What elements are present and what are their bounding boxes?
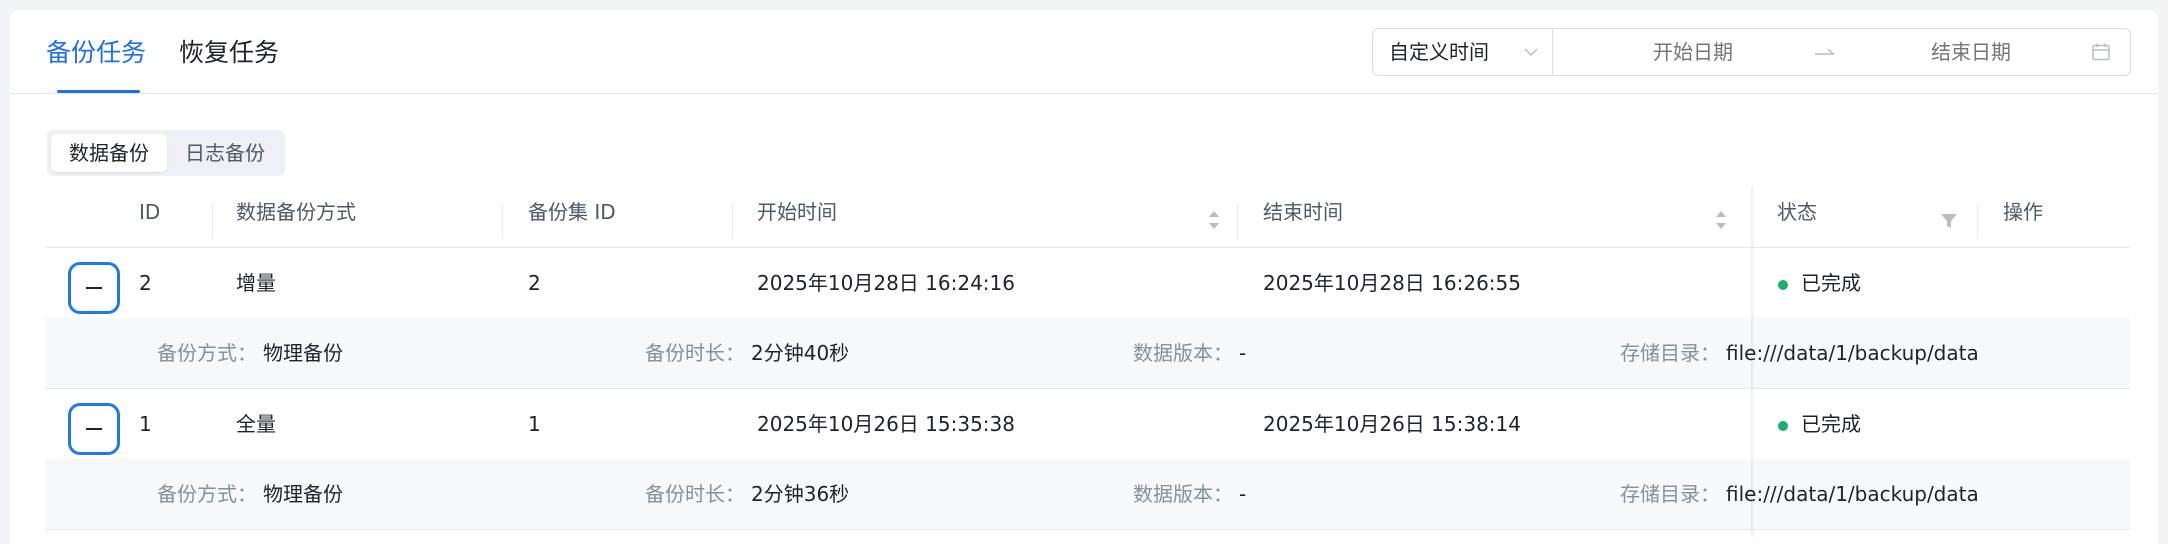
detail-label: 存储目录： bbox=[1620, 482, 1720, 506]
segment-log-backup[interactable]: 日志备份 bbox=[169, 134, 281, 172]
column-divider bbox=[1237, 204, 1238, 238]
column-header-set-id: 备份集 ID bbox=[528, 200, 616, 224]
column-header-actions: 操作 bbox=[2003, 200, 2043, 224]
collapse-row-button[interactable] bbox=[68, 403, 120, 455]
cell-start-time: 2025年10月28日 16:24:16 bbox=[757, 271, 1015, 295]
detail-label: 数据版本： bbox=[1133, 341, 1233, 365]
chevron-down-icon bbox=[1524, 48, 1538, 57]
cell-end-time: 2025年10月26日 15:38:14 bbox=[1263, 412, 1521, 436]
detail-label: 数据版本： bbox=[1133, 482, 1233, 506]
column-divider bbox=[502, 204, 503, 238]
column-header-method: 数据备份方式 bbox=[236, 200, 356, 224]
sort-icon[interactable] bbox=[1714, 208, 1728, 232]
active-tab-indicator bbox=[57, 90, 140, 93]
column-header-id: ID bbox=[139, 200, 161, 224]
collapse-row-button[interactable] bbox=[68, 262, 120, 314]
cell-start-time: 2025年10月26日 15:35:38 bbox=[757, 412, 1015, 436]
status-dot bbox=[1778, 421, 1788, 431]
arrow-right-icon bbox=[1815, 48, 1835, 55]
backup-panel: 备份任务 恢复任务 自定义时间 数据备份 日志备 bbox=[10, 10, 2158, 544]
detail-label: 备份方式： bbox=[157, 341, 257, 365]
time-range-filter: 自定义时间 bbox=[1372, 28, 2131, 76]
expanded-row-detail: 备份方式： 物理备份 备份时长： 2分钟40秒 数据版本： - 存储目录： fi… bbox=[45, 318, 2130, 389]
column-divider bbox=[732, 204, 733, 238]
fixed-column-shadow bbox=[1751, 187, 1755, 537]
expanded-row-detail: 备份方式： 物理备份 备份时长： 2分钟36秒 数据版本： - 存储目录： fi… bbox=[45, 459, 2130, 530]
cell-method: 全量 bbox=[236, 412, 276, 436]
time-mode-select[interactable]: 自定义时间 bbox=[1373, 29, 1553, 75]
status-badge: 已完成 bbox=[1801, 271, 1861, 295]
detail-value: 物理备份 bbox=[263, 482, 343, 506]
column-header-status: 状态 bbox=[1777, 200, 1817, 224]
status-badge: 已完成 bbox=[1801, 412, 1861, 436]
detail-label: 备份时长： bbox=[645, 482, 745, 506]
backup-type-segment: 数据备份 日志备份 bbox=[47, 130, 285, 176]
detail-value: 2分钟36秒 bbox=[751, 482, 850, 506]
filter-icon[interactable] bbox=[1940, 213, 1958, 229]
end-date-input[interactable] bbox=[1871, 29, 2071, 75]
detail-value: 2分钟40秒 bbox=[751, 341, 850, 365]
backup-table: ID 数据备份方式 备份集 ID 开始时间 结束时间 状态 操作 2 增量 2 … bbox=[45, 177, 2130, 537]
sort-icon[interactable] bbox=[1207, 208, 1221, 232]
minus-icon bbox=[86, 287, 102, 289]
tabs-bar: 备份任务 恢复任务 自定义时间 bbox=[10, 10, 2158, 94]
detail-label: 备份时长： bbox=[645, 341, 745, 365]
tab-backup-tasks[interactable]: 备份任务 bbox=[46, 36, 146, 70]
tab-restore-tasks[interactable]: 恢复任务 bbox=[179, 36, 279, 70]
table-row[interactable]: 1 全量 1 2025年10月26日 15:35:38 2025年10月26日 … bbox=[45, 389, 2130, 459]
cell-end-time: 2025年10月28日 16:26:55 bbox=[1263, 271, 1521, 295]
status-dot bbox=[1778, 280, 1788, 290]
column-header-end-time[interactable]: 结束时间 bbox=[1263, 199, 1343, 225]
cell-id: 2 bbox=[139, 271, 152, 295]
start-date-input[interactable] bbox=[1593, 29, 1793, 75]
table-header: ID 数据备份方式 备份集 ID 开始时间 结束时间 状态 操作 bbox=[45, 177, 2130, 248]
detail-value: - bbox=[1239, 341, 1247, 365]
detail-value: - bbox=[1239, 482, 1247, 506]
detail-value: 物理备份 bbox=[263, 341, 343, 365]
calendar-icon[interactable] bbox=[2091, 42, 2111, 62]
column-divider bbox=[212, 204, 213, 238]
segment-data-backup[interactable]: 数据备份 bbox=[51, 134, 167, 172]
cell-set-id: 1 bbox=[528, 412, 541, 436]
cell-id: 1 bbox=[139, 412, 152, 436]
minus-icon bbox=[86, 428, 102, 430]
cell-set-id: 2 bbox=[528, 271, 541, 295]
column-header-start-time[interactable]: 开始时间 bbox=[757, 199, 837, 225]
table-row[interactable]: 2 增量 2 2025年10月28日 16:24:16 2025年10月28日 … bbox=[45, 248, 2130, 318]
detail-value: file:///data/1/backup/data bbox=[1726, 482, 1979, 506]
time-mode-value: 自定义时间 bbox=[1389, 40, 1489, 64]
detail-label: 备份方式： bbox=[157, 482, 257, 506]
detail-label: 存储目录： bbox=[1620, 341, 1720, 365]
cell-method: 增量 bbox=[236, 271, 276, 295]
detail-value: file:///data/1/backup/data bbox=[1726, 341, 1979, 365]
column-divider bbox=[1977, 204, 1978, 238]
